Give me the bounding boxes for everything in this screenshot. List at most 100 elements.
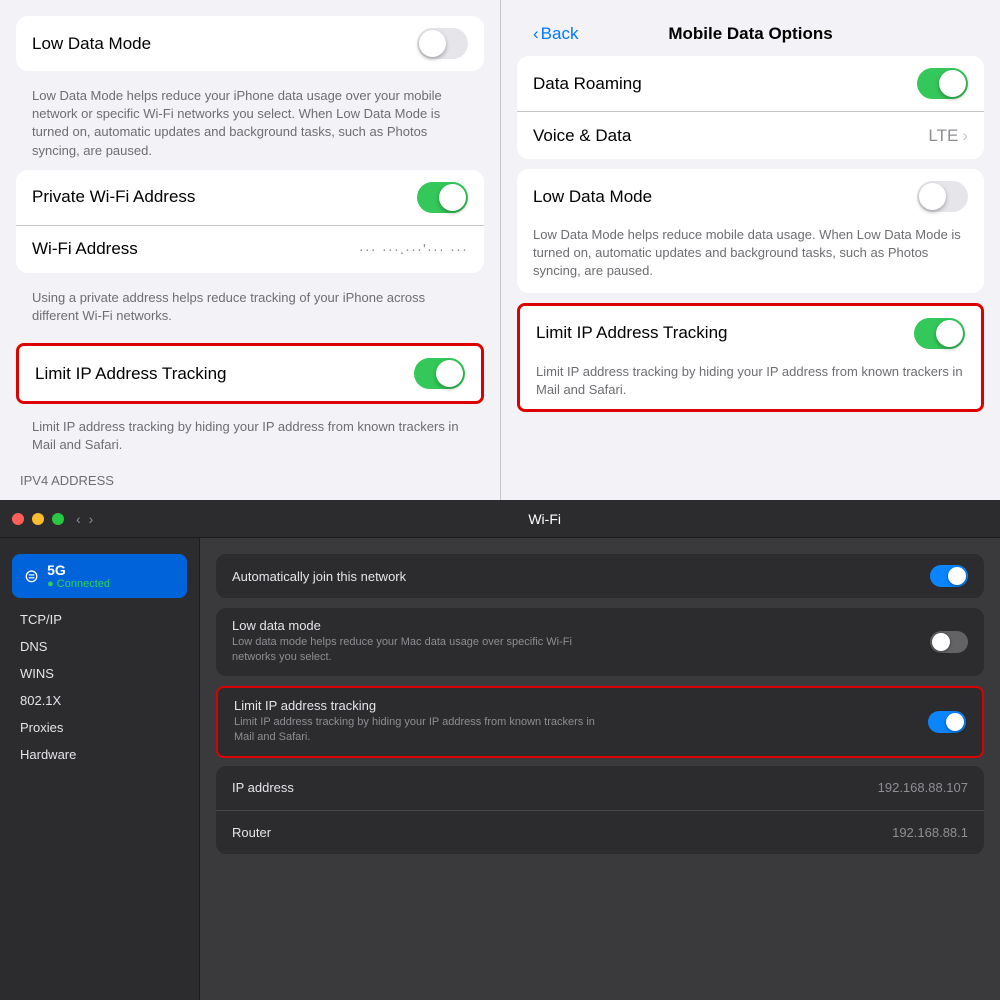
chevron-right-icon: ›	[962, 126, 968, 146]
ios-right-limit-ip-row[interactable]: Limit IP Address Tracking	[520, 306, 981, 361]
ios-right-limit-ip-label: Limit IP Address Tracking	[536, 323, 728, 343]
ios-right-title: Mobile Data Options	[668, 24, 832, 44]
chevron-left-icon: ‹	[533, 24, 539, 44]
ios-right-data-roaming-toggle-thumb	[939, 70, 966, 97]
ios-right-low-data-toggle[interactable]	[917, 181, 968, 212]
ios-right-voice-data-row[interactable]: Voice & Data LTE ›	[517, 111, 984, 159]
mac-titlebar: ‹ › Wi-Fi	[0, 500, 1000, 538]
mac-limit-ip-label: Limit IP address tracking	[234, 698, 916, 713]
ios-left-low-data-toggle-thumb	[419, 30, 446, 57]
mac-back-arrow-icon[interactable]: ‹	[76, 511, 81, 527]
ios-left-low-data-toggle[interactable]	[417, 28, 468, 59]
mac-auto-join-content: Automatically join this network	[232, 569, 930, 584]
ios-left-panel: Low Data Mode Low Data Mode helps reduce…	[0, 0, 500, 500]
ios-left-wifi-card: Private Wi-Fi Address Wi-Fi Address ··· …	[16, 170, 484, 273]
ios-left-limit-ip-toggle-thumb	[436, 360, 463, 387]
ios-right-data-roaming-row[interactable]: Data Roaming	[517, 56, 984, 111]
mac-forward-arrow-icon[interactable]: ›	[89, 511, 94, 527]
mac-low-data-sublabel: Low data mode helps reduce your Mac data…	[232, 635, 612, 666]
mac-sidebar-item-dns[interactable]: DNS	[0, 633, 199, 660]
ios-left-low-data-label: Low Data Mode	[32, 34, 151, 54]
mac-ip-address-value: 192.168.88.107	[878, 780, 968, 795]
ios-right-low-data-desc: Low Data Mode helps reduce mobile data u…	[533, 226, 968, 281]
ios-right-nav-header: ‹ Back Mobile Data Options	[517, 16, 984, 56]
mac-limit-ip-content: Limit IP address tracking Limit IP addre…	[234, 698, 916, 746]
mac-sidebar: ⊜ 5G ● Connected TCP/IP DNS WINS 802.1X …	[0, 538, 200, 1000]
mac-sidebar-item-proxies[interactable]: Proxies	[0, 714, 199, 741]
ios-left-limit-ip-desc: Limit IP address tracking by hiding your…	[16, 412, 484, 464]
mac-limit-ip-toggle[interactable]	[928, 711, 966, 733]
mac-limit-ip-sublabel: Limit IP address tracking by hiding your…	[234, 715, 614, 746]
ios-left-wifi-address-value: ··· ···.···'··· ···	[359, 241, 468, 258]
ios-left-wifi-address-row: Wi-Fi Address ··· ···.···'··· ···	[16, 225, 484, 273]
ios-right-panel: ‹ Back Mobile Data Options Data Roaming …	[500, 0, 1000, 500]
mac-limit-ip-row[interactable]: Limit IP address tracking Limit IP addre…	[218, 688, 982, 756]
mac-ip-address-label: IP address	[232, 780, 294, 795]
ios-left-private-wifi-row[interactable]: Private Wi-Fi Address	[16, 170, 484, 225]
mac-window: ‹ › Wi-Fi ⊜ 5G ● Connected TCP/IP DNS WI…	[0, 500, 1000, 1000]
mac-auto-join-row[interactable]: Automatically join this network	[216, 554, 984, 598]
mac-low-data-toggle[interactable]	[930, 631, 968, 653]
mac-auto-join-toggle-thumb	[948, 567, 966, 585]
ios-left-private-wifi-label: Private Wi-Fi Address	[32, 187, 195, 207]
ios-right-data-roaming-label: Data Roaming	[533, 74, 642, 94]
ios-right-lte-value: LTE	[928, 126, 958, 146]
mac-router-row: Router 192.168.88.1	[216, 810, 984, 854]
ios-right-limit-ip-highlight: Limit IP Address Tracking Limit IP addre…	[517, 303, 984, 412]
ios-left-limit-ip-label: Limit IP Address Tracking	[35, 364, 227, 384]
ios-left-wifi-desc: Using a private address helps reduce tra…	[16, 283, 484, 335]
ios-left-limit-ip-row[interactable]: Limit IP Address Tracking	[19, 346, 481, 401]
mac-nav-arrows: ‹ ›	[76, 511, 93, 527]
mac-network-info: 5G ● Connected	[47, 562, 110, 590]
mac-network-status: ● Connected	[47, 578, 110, 590]
mac-main-content: Automatically join this network Low data…	[200, 538, 1000, 1000]
mac-ip-address-row: IP address 192.168.88.107	[216, 766, 984, 810]
mac-sidebar-item-hardware[interactable]: Hardware	[0, 741, 199, 768]
mac-ip-card: IP address 192.168.88.107 Router 192.168…	[216, 766, 984, 854]
ios-left-ipv4-header: IPV4 ADDRESS	[16, 465, 484, 488]
mac-low-data-toggle-thumb	[932, 633, 950, 651]
ios-right-back-label: Back	[541, 24, 579, 44]
mac-low-data-card: Low data mode Low data mode helps reduce…	[216, 608, 984, 676]
mac-close-button[interactable]	[12, 513, 24, 525]
ios-left-low-data-row[interactable]: Low Data Mode	[16, 16, 484, 71]
ios-right-low-data-toggle-thumb	[919, 183, 946, 210]
mac-limit-ip-highlight: Limit IP address tracking Limit IP addre…	[216, 686, 984, 758]
ios-left-low-data-desc: Low Data Mode helps reduce your iPhone d…	[16, 81, 484, 170]
mac-minimize-button[interactable]	[32, 513, 44, 525]
mac-router-label: Router	[232, 825, 271, 840]
mac-router-value: 192.168.88.1	[892, 825, 968, 840]
mac-auto-join-label: Automatically join this network	[232, 569, 930, 584]
ios-right-back-button[interactable]: ‹ Back	[533, 24, 578, 44]
mac-network-item-5g[interactable]: ⊜ 5G ● Connected	[12, 554, 187, 598]
mac-low-data-content: Low data mode Low data mode helps reduce…	[232, 618, 918, 666]
mac-sidebar-item-tcpip[interactable]: TCP/IP	[0, 606, 199, 633]
ios-right-limit-ip-desc: Limit IP address tracking by hiding your…	[536, 363, 965, 399]
mac-auto-join-card: Automatically join this network	[216, 554, 984, 598]
ios-right-data-roaming-toggle[interactable]	[917, 68, 968, 99]
wifi-icon: ⊜	[24, 566, 39, 587]
ios-right-low-data-label: Low Data Mode	[533, 187, 652, 207]
mac-window-title: Wi-Fi	[101, 511, 988, 527]
ios-left-private-wifi-toggle-thumb	[439, 184, 466, 211]
ios-right-limit-ip-toggle[interactable]	[914, 318, 965, 349]
mac-sidebar-item-8021x[interactable]: 802.1X	[0, 687, 199, 714]
mac-auto-join-toggle[interactable]	[930, 565, 968, 587]
ios-left-private-wifi-toggle[interactable]	[417, 182, 468, 213]
mac-limit-ip-toggle-thumb	[946, 713, 964, 731]
mac-limit-ip-card: Limit IP address tracking Limit IP addre…	[218, 688, 982, 756]
ios-left-wifi-address-label: Wi-Fi Address	[32, 239, 138, 259]
ios-right-voice-data-value: LTE ›	[928, 126, 968, 146]
mac-body: ⊜ 5G ● Connected TCP/IP DNS WINS 802.1X …	[0, 538, 1000, 1000]
ios-left-limit-ip-toggle[interactable]	[414, 358, 465, 389]
ios-right-low-data-row[interactable]: Low Data Mode	[517, 169, 984, 224]
mac-fullscreen-button[interactable]	[52, 513, 64, 525]
ios-right-data-card: Data Roaming Voice & Data LTE ›	[517, 56, 984, 159]
mac-sidebar-item-wins[interactable]: WINS	[0, 660, 199, 687]
mac-low-data-row[interactable]: Low data mode Low data mode helps reduce…	[216, 608, 984, 676]
mac-low-data-label: Low data mode	[232, 618, 918, 633]
ios-right-voice-data-label: Voice & Data	[533, 126, 631, 146]
ios-right-low-data-card: Low Data Mode Low Data Mode helps reduce…	[517, 169, 984, 293]
ios-left-limit-ip-highlight: Limit IP Address Tracking	[16, 343, 484, 404]
mac-network-name: 5G	[47, 562, 110, 578]
